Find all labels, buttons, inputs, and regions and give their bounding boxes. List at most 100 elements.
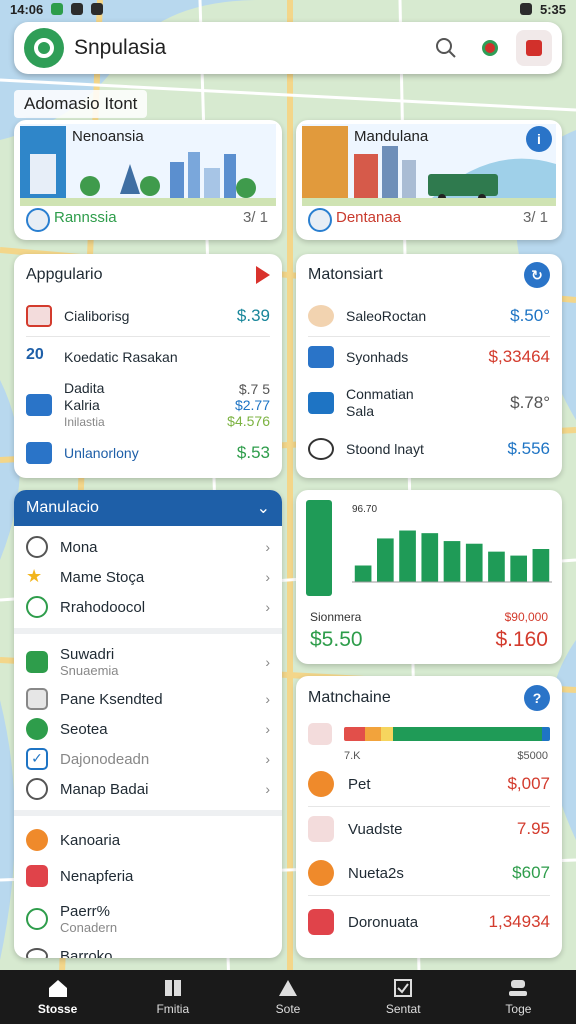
prices-card-right[interactable]: Matonsiart ↻ SaleoRoctan $.50° Syonhads …: [296, 254, 562, 478]
price-row[interactable]: Cialiborisg $.39: [14, 296, 282, 336]
menu-item[interactable]: Manap Badai ›: [14, 774, 282, 804]
maint-value: 7.95: [516, 819, 550, 838]
price-row[interactable]: SaleoRoctan $.50°: [296, 296, 562, 336]
chevron-down-icon[interactable]: ⌄: [257, 498, 270, 518]
bar-chart: 96.70: [306, 500, 552, 596]
nav-explore[interactable]: Sote: [230, 970, 345, 1024]
search-button[interactable]: [428, 30, 464, 66]
bottom-nav: Stosse Fmitia Sote Sentat Toge: [0, 970, 576, 1024]
help-icon[interactable]: ?: [524, 685, 550, 711]
menu-item[interactable]: ★ Mame Stoça ›: [14, 562, 282, 592]
nav-home[interactable]: Stosse: [0, 970, 115, 1024]
clock-icon: [26, 536, 48, 558]
menu-item-label: Mame Stoça: [60, 568, 145, 586]
menu-card[interactable]: Manulacio ⌄ Mona › ★ Mame Stoça › Rrahod…: [14, 490, 282, 958]
wifi-icon: [519, 3, 532, 15]
tent-icon: [279, 980, 297, 996]
menu-item[interactable]: Nenapferia: [14, 858, 282, 894]
menu-item[interactable]: Pane Ksendted ›: [14, 684, 282, 714]
price-row[interactable]: Unlanorlony $.53: [14, 433, 282, 473]
app-notification-icon: [51, 3, 64, 15]
menu-item-label: Rrahodoocol: [60, 598, 146, 616]
menu-item[interactable]: Kanoaria: [14, 822, 282, 858]
figure-icon: [26, 596, 48, 618]
maint-label: Nueta2s: [348, 864, 404, 882]
chart-top-label: 96.70: [352, 504, 377, 515]
price-row[interactable]: Dadita Kalria Inilastia $.7 5 $2.77 $4.5…: [14, 377, 282, 433]
gift-button[interactable]: [516, 30, 552, 66]
maint-row[interactable]: Doronuata 1,34934: [296, 896, 562, 948]
price-label: Stoond lnayt: [346, 441, 424, 457]
chevron-right-icon: ›: [265, 781, 270, 797]
price-label: Dadita: [64, 379, 105, 396]
bar-left-label: 7.K: [344, 750, 361, 762]
maint-value: 1,34934: [488, 912, 550, 931]
wrench-icon: [308, 860, 334, 886]
card-title: Matnchaine: [308, 689, 391, 706]
nav-label: Sote: [275, 1002, 301, 1016]
calendar-icon: [26, 651, 48, 673]
menu-item[interactable]: Suwadri Snuaemia ›: [14, 640, 282, 684]
chart-bar: [354, 565, 372, 582]
maint-value: $,007: [507, 774, 550, 793]
bag-icon: [26, 865, 48, 887]
menu-header[interactable]: Manulacio ⌄: [14, 490, 282, 526]
plus-icon: [26, 718, 48, 740]
menu-item[interactable]: Paerr% Conadern: [14, 894, 282, 944]
menu-item[interactable]: Rrahodoocol ›: [14, 592, 282, 622]
building-icon: [26, 394, 52, 416]
city-illustration: [20, 124, 276, 206]
price-value: $2.77: [234, 397, 270, 413]
number-icon: 20: [26, 346, 44, 363]
bar-right-label: $5000: [517, 750, 548, 762]
maint-label: Vuadste: [348, 820, 403, 838]
chart-right-label: $90,000: [504, 610, 548, 624]
chart-bar: [532, 549, 550, 582]
price-row[interactable]: Stoond lnayt $.556: [296, 429, 562, 469]
menu-item[interactable]: Mona ›: [14, 532, 282, 562]
progress-row: [296, 720, 562, 748]
destination-card[interactable]: Mandulana i Dentanaa 3/ 1: [296, 120, 562, 240]
price-label: Kalria: [64, 396, 100, 413]
destination-card[interactable]: Nenoansia Rannssia 3/ 1: [14, 120, 282, 240]
price-row[interactable]: Conmatian Sala $.78°: [296, 377, 562, 429]
search-title[interactable]: Snpulasia: [74, 36, 420, 60]
chevron-right-icon: ›: [265, 539, 270, 555]
maint-row[interactable]: Nueta2s $607: [296, 851, 562, 895]
menu-item[interactable]: Seotea ›: [14, 714, 282, 744]
info-icon[interactable]: i: [526, 126, 552, 152]
app-logo-icon[interactable]: [24, 28, 64, 68]
nav-tasks[interactable]: Sentat: [346, 970, 461, 1024]
book-icon: [164, 980, 181, 996]
price-row[interactable]: Syonhads $,33464: [296, 337, 562, 377]
chart-right-value: $.160: [495, 628, 548, 651]
refresh-icon[interactable]: ↻: [524, 262, 550, 288]
nav-label: Sentat: [385, 1002, 421, 1016]
ticket-icon: [26, 305, 52, 327]
price-row[interactable]: 20 Koedatic Rasakan: [14, 337, 282, 377]
nav-label: Toge: [505, 1002, 532, 1016]
document-icon: [308, 392, 334, 414]
menu-item-label: Dajonodeadn: [60, 750, 150, 768]
menu-item[interactable]: Barroko: [14, 944, 282, 958]
maintenance-card[interactable]: Matnchaine ? 7.K $5000 Pet $,007 Vuadste…: [296, 676, 562, 958]
nav-profile[interactable]: Toge: [461, 970, 576, 1024]
price-value: $.39: [236, 306, 270, 325]
search-bar[interactable]: Snpulasia: [14, 22, 562, 74]
pet-icon: [308, 771, 334, 797]
chevron-right-icon: ›: [265, 751, 270, 767]
price-value: $.7 5: [238, 381, 270, 397]
price-label: SaleoRoctan: [346, 308, 427, 324]
card-title: Matonsiart: [308, 266, 383, 283]
menu-item[interactable]: ✓ Dajonodeadn ›: [14, 744, 282, 774]
menu-item-label: Nenapferia: [60, 867, 134, 885]
maint-row[interactable]: Vuadste 7.95: [296, 807, 562, 851]
play-icon[interactable]: [256, 266, 270, 284]
chart-card[interactable]: 96.70 Sionmera $90,000 $5.50 $.160: [296, 490, 562, 664]
prices-card-left[interactable]: Appgulario Cialiborisg $.39 20 Koedatic …: [14, 254, 282, 478]
maint-row[interactable]: Pet $,007: [296, 762, 562, 806]
alert-button[interactable]: [472, 30, 508, 66]
nav-book[interactable]: Fmitia: [115, 970, 230, 1024]
chart-bar: [443, 541, 461, 582]
chevron-right-icon: ›: [265, 721, 270, 737]
